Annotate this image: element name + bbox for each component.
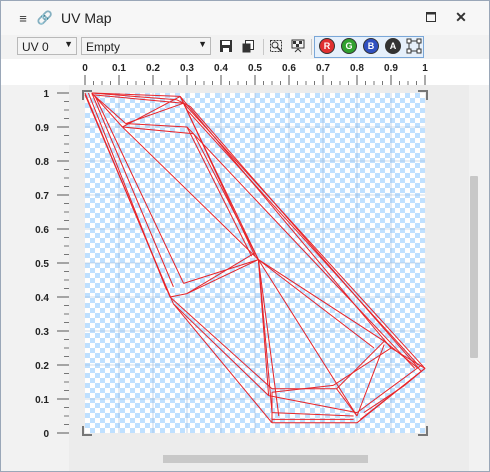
- vertical-ruler: [1, 85, 69, 471]
- zoom-fit-icon[interactable]: [267, 37, 285, 55]
- link-icon[interactable]: 🔗: [37, 10, 53, 26]
- maximize-button[interactable]: [421, 8, 441, 26]
- x-tick-label: 0.5: [248, 63, 262, 74]
- vertical-scrollbar[interactable]: [470, 61, 478, 457]
- channel-a-button[interactable]: A: [385, 38, 401, 54]
- maximize-icon: [426, 12, 436, 22]
- frame-icon[interactable]: [405, 37, 423, 55]
- window-title: UV Map: [61, 10, 112, 26]
- x-tick-label: 0.2: [146, 63, 160, 74]
- x-tick-label: 0.9: [384, 63, 398, 74]
- y-tick-label: 0.7: [35, 191, 49, 202]
- material-value: Empty: [86, 40, 121, 54]
- chevron-down-icon: ▼: [64, 39, 73, 49]
- x-tick-label: 0: [82, 63, 88, 74]
- y-tick-label: 0.9: [35, 123, 49, 134]
- uv-channel-value: UV 0: [22, 40, 49, 54]
- separator: [311, 39, 312, 55]
- y-tick-label: 1: [43, 89, 49, 100]
- hamburger-menu-icon[interactable]: ≡: [15, 10, 31, 26]
- x-tick-label: 0.6: [282, 63, 296, 74]
- channel-r-button[interactable]: R: [319, 38, 335, 54]
- checker-toggle-icon[interactable]: [289, 37, 307, 55]
- horizontal-scroll-thumb[interactable]: [163, 455, 368, 463]
- uv-channel-select[interactable]: UV 0 ▼: [17, 37, 77, 55]
- x-tick-label: 0.1: [112, 63, 126, 74]
- channel-b-button[interactable]: B: [363, 38, 379, 54]
- x-tick-label: 1: [422, 63, 428, 74]
- y-tick-label: 0.8: [35, 157, 49, 168]
- uv-map-window: ≡ 🔗 UV Map ✕ UV 0 ▼ Empty ▼ R G B A 0 0.…: [0, 0, 490, 472]
- horizontal-ruler: [1, 59, 489, 85]
- toolbar: UV 0 ▼ Empty ▼ R G B A: [1, 35, 489, 59]
- close-button[interactable]: ✕: [451, 8, 471, 26]
- x-tick-label: 0.4: [214, 63, 228, 74]
- y-tick-label: 0.3: [35, 327, 49, 338]
- x-tick-label: 0.8: [350, 63, 364, 74]
- y-tick-label: 0.2: [35, 361, 49, 372]
- channel-g-button[interactable]: G: [341, 38, 357, 54]
- x-tick-label: 0.7: [316, 63, 330, 74]
- y-tick-label: 0.6: [35, 225, 49, 236]
- y-tick-label: 0.1: [35, 395, 49, 406]
- uv-canvas[interactable]: 0 0.1 0.2 0.3 0.4 0.5 0.6 0.7 0.8 0.9 1 1 0.9 0.8 0.7…: [1, 59, 489, 471]
- y-tick-label: 0.5: [35, 259, 49, 270]
- x-tick-label: 0.3: [180, 63, 194, 74]
- title-bar: ≡ 🔗 UV Map ✕: [1, 1, 489, 35]
- copy-icon[interactable]: [239, 37, 257, 55]
- save-icon[interactable]: [217, 37, 235, 55]
- y-tick-label: 0.4: [35, 293, 49, 304]
- vertical-scroll-thumb[interactable]: [470, 176, 478, 358]
- separator: [263, 39, 264, 55]
- chevron-down-icon: ▼: [198, 39, 207, 49]
- material-select[interactable]: Empty ▼: [81, 37, 211, 55]
- y-tick-label: 0: [43, 429, 49, 440]
